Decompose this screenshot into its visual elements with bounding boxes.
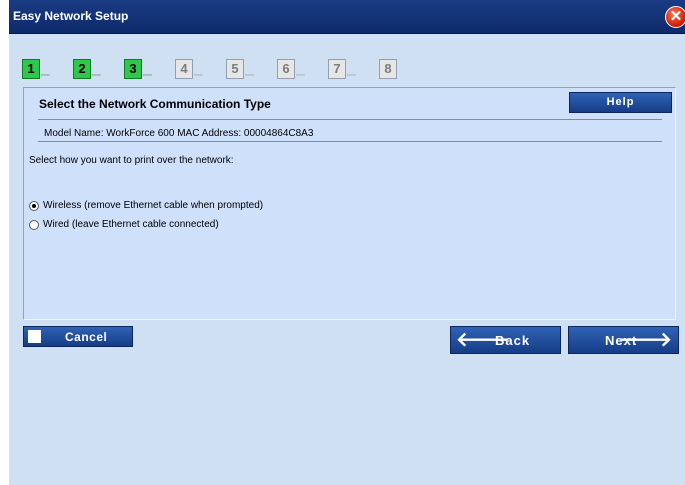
radio-wired[interactable]: [29, 220, 39, 230]
step-number: 2: [73, 59, 91, 79]
radio-wireless[interactable]: [29, 201, 39, 211]
step-progress-dots: ▫▫▫: [92, 72, 101, 79]
help-button[interactable]: Help: [569, 92, 672, 113]
back-button[interactable]: 🡐 Back: [450, 326, 561, 354]
divider: [38, 141, 662, 142]
close-icon: ✕: [669, 8, 683, 25]
step-progress-dots: ▫▫▫: [41, 72, 50, 79]
step-number: 8: [379, 59, 397, 79]
close-button[interactable]: ✕: [665, 6, 685, 28]
content-panel: Select the Network Communication Type He…: [23, 87, 676, 320]
step-progress-dots: ▫▫▫: [245, 72, 254, 79]
back-label: Back: [495, 333, 531, 348]
step-number: 3: [124, 59, 142, 79]
step-number: 5: [226, 59, 244, 79]
setup-window: Easy Network Setup ✕ 1 ▫▫▫ 2 ▫▫▫ 3 ▫▫▫ 4…: [9, 0, 685, 485]
step-progress-dots: ▫▫▫: [143, 72, 152, 79]
step-progress-dots: ▫▫▫: [347, 72, 356, 79]
step-progress-dots: ▫▫▫: [194, 72, 203, 79]
model-info: Model Name: WorkForce 600 MAC Address: 0…: [44, 128, 314, 139]
option-label: Wireless (remove Ethernet cable when pro…: [43, 200, 264, 211]
instruction-text: Select how you want to print over the ne…: [29, 155, 234, 166]
next-button[interactable]: Next 🡒: [568, 326, 679, 354]
arrow-right-icon: 🡒: [618, 329, 673, 351]
step-number: 4: [175, 59, 193, 79]
cancel-label: Cancel: [65, 330, 108, 344]
option-label: Wired (leave Ethernet cable connected): [43, 219, 219, 230]
cancel-icon: [28, 330, 41, 343]
divider: [38, 119, 662, 120]
cancel-button[interactable]: Cancel: [23, 326, 133, 347]
step-progress-dots: ▫▫▫: [296, 72, 305, 79]
step-number: 7: [328, 59, 346, 79]
step-number: 1: [22, 59, 40, 79]
panel-title: Select the Network Communication Type: [39, 97, 271, 111]
step-number: 6: [277, 59, 295, 79]
window-title: Easy Network Setup: [13, 9, 129, 23]
title-bar: Easy Network Setup: [9, 0, 685, 34]
